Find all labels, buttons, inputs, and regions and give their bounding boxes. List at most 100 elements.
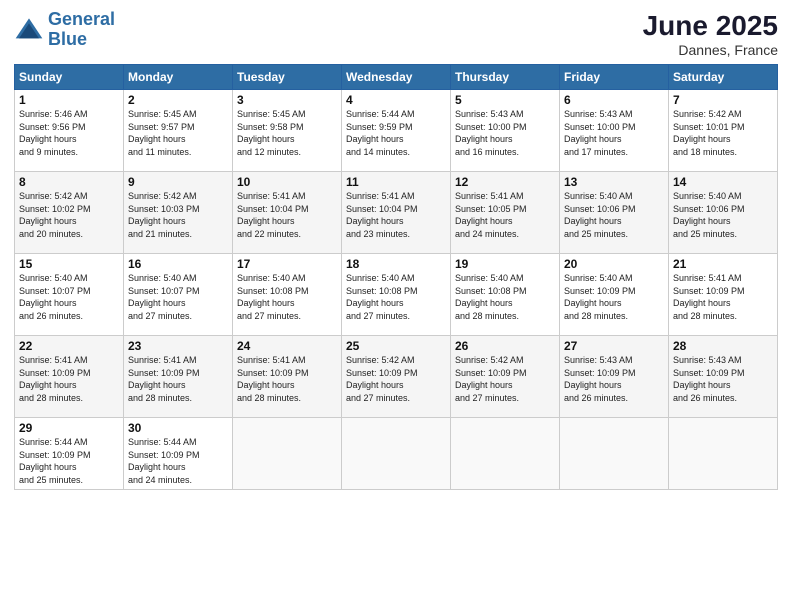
day-info: Sunrise: 5:44 AMSunset: 9:59 PMDaylight …: [346, 109, 415, 157]
day-info: Sunrise: 5:40 AMSunset: 10:07 PMDaylight…: [128, 273, 200, 321]
day-info: Sunrise: 5:41 AMSunset: 10:04 PMDaylight…: [237, 191, 309, 239]
calendar-cell: 11 Sunrise: 5:41 AMSunset: 10:04 PMDayli…: [342, 172, 451, 254]
day-number: 20: [564, 257, 664, 271]
logo: General Blue: [14, 10, 115, 50]
day-info: Sunrise: 5:42 AMSunset: 10:02 PMDaylight…: [19, 191, 91, 239]
col-tuesday: Tuesday: [233, 65, 342, 90]
day-info: Sunrise: 5:43 AMSunset: 10:09 PMDaylight…: [673, 355, 745, 403]
day-number: 23: [128, 339, 228, 353]
logo-line2: Blue: [48, 29, 87, 49]
day-number: 12: [455, 175, 555, 189]
day-number: 10: [237, 175, 337, 189]
day-info: Sunrise: 5:46 AMSunset: 9:56 PMDaylight …: [19, 109, 88, 157]
calendar-cell: 9 Sunrise: 5:42 AMSunset: 10:03 PMDaylig…: [124, 172, 233, 254]
day-info: Sunrise: 5:41 AMSunset: 10:05 PMDaylight…: [455, 191, 527, 239]
day-number: 2: [128, 93, 228, 107]
calendar-cell: 15 Sunrise: 5:40 AMSunset: 10:07 PMDayli…: [15, 254, 124, 336]
calendar-subtitle: Dannes, France: [643, 42, 778, 58]
day-info: Sunrise: 5:40 AMSunset: 10:07 PMDaylight…: [19, 273, 91, 321]
calendar-cell: 4 Sunrise: 5:44 AMSunset: 9:59 PMDayligh…: [342, 90, 451, 172]
day-number: 15: [19, 257, 119, 271]
calendar-header-row: Sunday Monday Tuesday Wednesday Thursday…: [15, 65, 778, 90]
calendar-cell: [560, 418, 669, 490]
day-info: Sunrise: 5:44 AMSunset: 10:09 PMDaylight…: [19, 437, 91, 485]
calendar-table: Sunday Monday Tuesday Wednesday Thursday…: [14, 64, 778, 490]
day-number: 21: [673, 257, 773, 271]
day-number: 7: [673, 93, 773, 107]
calendar-cell: 16 Sunrise: 5:40 AMSunset: 10:07 PMDayli…: [124, 254, 233, 336]
calendar-cell: 1 Sunrise: 5:46 AMSunset: 9:56 PMDayligh…: [15, 90, 124, 172]
calendar-cell: 26 Sunrise: 5:42 AMSunset: 10:09 PMDayli…: [451, 336, 560, 418]
day-info: Sunrise: 5:40 AMSunset: 10:06 PMDaylight…: [673, 191, 745, 239]
day-number: 22: [19, 339, 119, 353]
day-info: Sunrise: 5:40 AMSunset: 10:09 PMDaylight…: [564, 273, 636, 321]
day-number: 14: [673, 175, 773, 189]
day-number: 5: [455, 93, 555, 107]
calendar-cell: 21 Sunrise: 5:41 AMSunset: 10:09 PMDayli…: [669, 254, 778, 336]
day-info: Sunrise: 5:42 AMSunset: 10:09 PMDaylight…: [346, 355, 418, 403]
calendar-cell: 10 Sunrise: 5:41 AMSunset: 10:04 PMDayli…: [233, 172, 342, 254]
day-info: Sunrise: 5:41 AMSunset: 10:09 PMDaylight…: [673, 273, 745, 321]
calendar-cell: 18 Sunrise: 5:40 AMSunset: 10:08 PMDayli…: [342, 254, 451, 336]
calendar-cell: 29 Sunrise: 5:44 AMSunset: 10:09 PMDayli…: [15, 418, 124, 490]
header: General Blue June 2025 Dannes, France: [14, 10, 778, 58]
calendar-cell: [342, 418, 451, 490]
day-number: 27: [564, 339, 664, 353]
calendar-cell: 14 Sunrise: 5:40 AMSunset: 10:06 PMDayli…: [669, 172, 778, 254]
day-info: Sunrise: 5:43 AMSunset: 10:09 PMDaylight…: [564, 355, 636, 403]
day-info: Sunrise: 5:42 AMSunset: 10:09 PMDaylight…: [455, 355, 527, 403]
day-info: Sunrise: 5:41 AMSunset: 10:09 PMDaylight…: [128, 355, 200, 403]
day-number: 30: [128, 421, 228, 435]
day-info: Sunrise: 5:40 AMSunset: 10:06 PMDaylight…: [564, 191, 636, 239]
calendar-cell: 7 Sunrise: 5:42 AMSunset: 10:01 PMDaylig…: [669, 90, 778, 172]
day-number: 6: [564, 93, 664, 107]
col-wednesday: Wednesday: [342, 65, 451, 90]
logo-line1: General: [48, 9, 115, 29]
calendar-title: June 2025: [643, 10, 778, 42]
calendar-cell: 20 Sunrise: 5:40 AMSunset: 10:09 PMDayli…: [560, 254, 669, 336]
day-number: 4: [346, 93, 446, 107]
col-sunday: Sunday: [15, 65, 124, 90]
day-info: Sunrise: 5:42 AMSunset: 10:03 PMDaylight…: [128, 191, 200, 239]
logo-icon: [14, 15, 44, 45]
day-number: 16: [128, 257, 228, 271]
day-number: 24: [237, 339, 337, 353]
day-number: 17: [237, 257, 337, 271]
day-info: Sunrise: 5:43 AMSunset: 10:00 PMDaylight…: [564, 109, 636, 157]
day-number: 3: [237, 93, 337, 107]
calendar-cell: 25 Sunrise: 5:42 AMSunset: 10:09 PMDayli…: [342, 336, 451, 418]
logo-text: General Blue: [48, 10, 115, 50]
day-number: 28: [673, 339, 773, 353]
page: General Blue June 2025 Dannes, France Su…: [0, 0, 792, 612]
day-info: Sunrise: 5:40 AMSunset: 10:08 PMDaylight…: [346, 273, 418, 321]
day-number: 11: [346, 175, 446, 189]
calendar-cell: 22 Sunrise: 5:41 AMSunset: 10:09 PMDayli…: [15, 336, 124, 418]
day-info: Sunrise: 5:41 AMSunset: 10:04 PMDaylight…: [346, 191, 418, 239]
calendar-cell: 19 Sunrise: 5:40 AMSunset: 10:08 PMDayli…: [451, 254, 560, 336]
day-info: Sunrise: 5:42 AMSunset: 10:01 PMDaylight…: [673, 109, 745, 157]
calendar-cell: [451, 418, 560, 490]
calendar-cell: 12 Sunrise: 5:41 AMSunset: 10:05 PMDayli…: [451, 172, 560, 254]
calendar-cell: 5 Sunrise: 5:43 AMSunset: 10:00 PMDaylig…: [451, 90, 560, 172]
day-info: Sunrise: 5:40 AMSunset: 10:08 PMDaylight…: [237, 273, 309, 321]
calendar-cell: 27 Sunrise: 5:43 AMSunset: 10:09 PMDayli…: [560, 336, 669, 418]
day-info: Sunrise: 5:41 AMSunset: 10:09 PMDaylight…: [19, 355, 91, 403]
calendar-cell: 30 Sunrise: 5:44 AMSunset: 10:09 PMDayli…: [124, 418, 233, 490]
col-thursday: Thursday: [451, 65, 560, 90]
calendar-cell: 24 Sunrise: 5:41 AMSunset: 10:09 PMDayli…: [233, 336, 342, 418]
day-number: 25: [346, 339, 446, 353]
day-number: 1: [19, 93, 119, 107]
day-info: Sunrise: 5:45 AMSunset: 9:57 PMDaylight …: [128, 109, 197, 157]
calendar-cell: 23 Sunrise: 5:41 AMSunset: 10:09 PMDayli…: [124, 336, 233, 418]
day-number: 9: [128, 175, 228, 189]
day-number: 29: [19, 421, 119, 435]
day-info: Sunrise: 5:43 AMSunset: 10:00 PMDaylight…: [455, 109, 527, 157]
day-info: Sunrise: 5:45 AMSunset: 9:58 PMDaylight …: [237, 109, 306, 157]
calendar-cell: 28 Sunrise: 5:43 AMSunset: 10:09 PMDayli…: [669, 336, 778, 418]
col-saturday: Saturday: [669, 65, 778, 90]
day-info: Sunrise: 5:40 AMSunset: 10:08 PMDaylight…: [455, 273, 527, 321]
calendar-cell: 3 Sunrise: 5:45 AMSunset: 9:58 PMDayligh…: [233, 90, 342, 172]
calendar-cell: 17 Sunrise: 5:40 AMSunset: 10:08 PMDayli…: [233, 254, 342, 336]
day-number: 19: [455, 257, 555, 271]
day-info: Sunrise: 5:44 AMSunset: 10:09 PMDaylight…: [128, 437, 200, 485]
